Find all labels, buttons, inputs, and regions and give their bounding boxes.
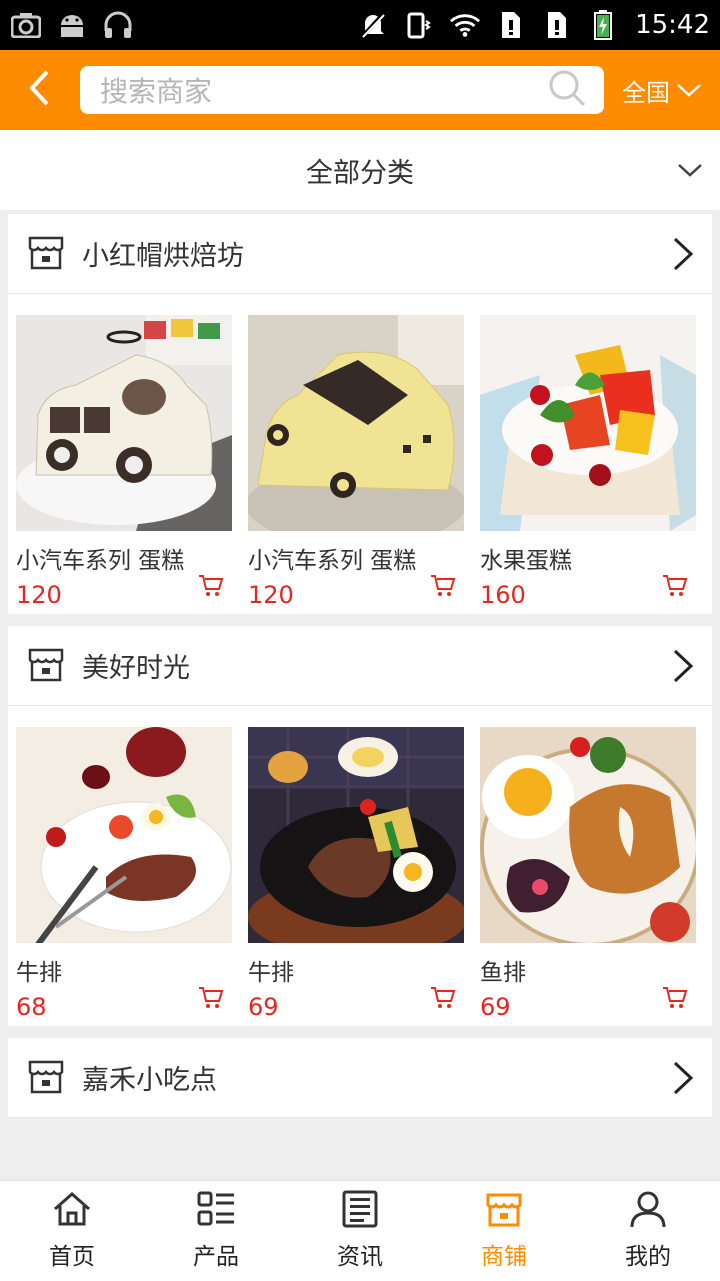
nav-home[interactable]: 首页 xyxy=(0,1181,144,1281)
nav-profile[interactable]: 我的 xyxy=(576,1181,720,1281)
cart-icon[interactable] xyxy=(198,573,224,601)
product-card[interactable]: 牛排 68 xyxy=(16,727,232,1026)
region-selector[interactable]: 全国 xyxy=(604,73,720,108)
nav-label: 资讯 xyxy=(337,1244,383,1270)
nav-label: 我的 xyxy=(625,1244,671,1270)
category-filter[interactable]: 全部分类 xyxy=(0,130,720,210)
shop-header[interactable]: 美好时光 xyxy=(8,626,712,706)
shop-icon xyxy=(26,232,66,276)
region-label: 全国 xyxy=(622,78,670,107)
chevron-left-icon xyxy=(27,69,53,111)
shop-icon xyxy=(484,1189,524,1233)
cart-icon[interactable] xyxy=(662,573,688,601)
product-image[interactable] xyxy=(16,727,232,943)
product-row: 小汽车系列 蛋糕 120 小汽车系列 蛋糕 120 水果蛋糕 160 xyxy=(8,294,712,614)
news-icon xyxy=(340,1189,380,1233)
battery-charging-icon xyxy=(587,9,619,41)
sim2-icon xyxy=(541,9,573,41)
cart-icon[interactable] xyxy=(662,985,688,1013)
product-card[interactable]: 鱼排 69 xyxy=(480,727,696,1026)
headphones-icon xyxy=(102,9,134,41)
vibrate-icon xyxy=(403,9,435,41)
category-filter-label: 全部分类 xyxy=(306,157,414,189)
shop-name: 小红帽烘焙坊 xyxy=(82,241,244,272)
product-name: 牛排 xyxy=(16,960,62,986)
nav-label: 产品 xyxy=(193,1244,239,1270)
nav-products[interactable]: 产品 xyxy=(144,1181,288,1281)
product-card[interactable]: 水果蛋糕 160 xyxy=(480,315,696,614)
user-icon xyxy=(628,1189,668,1233)
cart-icon[interactable] xyxy=(430,985,456,1013)
product-name: 鱼排 xyxy=(480,960,526,986)
chevron-right-icon[interactable] xyxy=(672,648,694,688)
search-input[interactable]: 搜索商家 xyxy=(80,66,604,114)
mute-icon xyxy=(357,9,389,41)
shop-name: 嘉禾小吃点 xyxy=(82,1065,217,1096)
shop-card: 嘉禾小吃点 xyxy=(8,1038,712,1118)
chevron-down-icon xyxy=(676,76,702,104)
chevron-right-icon[interactable] xyxy=(672,236,694,276)
product-card[interactable]: 小汽车系列 蛋糕 120 xyxy=(16,315,232,614)
shop-list: 小红帽烘焙坊 小汽车系列 蛋糕 120 小汽车系列 蛋糕 120 水果蛋糕 16… xyxy=(8,214,712,1130)
chevron-right-icon[interactable] xyxy=(672,1060,694,1100)
product-card[interactable]: 小汽车系列 蛋糕 120 xyxy=(248,315,464,614)
header-bar: 搜索商家 全国 xyxy=(0,50,720,130)
search-placeholder: 搜索商家 xyxy=(100,75,213,108)
grid-list-icon xyxy=(196,1189,236,1233)
cart-icon[interactable] xyxy=(430,573,456,601)
shop-header[interactable]: 嘉禾小吃点 xyxy=(8,1038,712,1118)
chevron-down-icon xyxy=(676,152,704,192)
product-name: 小汽车系列 蛋糕 xyxy=(248,548,417,574)
shop-card: 小红帽烘焙坊 小汽车系列 蛋糕 120 小汽车系列 蛋糕 120 水果蛋糕 16… xyxy=(8,214,712,614)
product-image[interactable] xyxy=(16,315,232,531)
nav-shops[interactable]: 商铺 xyxy=(432,1181,576,1281)
wifi-icon xyxy=(449,9,481,41)
shop-header[interactable]: 小红帽烘焙坊 xyxy=(8,214,712,294)
product-name: 水果蛋糕 xyxy=(480,548,572,574)
product-image[interactable] xyxy=(480,315,696,531)
clock: 15:42 xyxy=(635,10,710,40)
shop-icon xyxy=(26,1056,66,1100)
screenshot-icon xyxy=(10,9,42,41)
nav-label: 商铺 xyxy=(481,1244,527,1270)
product-image[interactable] xyxy=(248,315,464,531)
home-icon xyxy=(52,1189,92,1233)
product-row: 牛排 68 牛排 69 鱼排 69 xyxy=(8,706,712,1026)
product-name: 牛排 xyxy=(248,960,294,986)
back-button[interactable] xyxy=(0,50,80,130)
nav-news[interactable]: 资讯 xyxy=(288,1181,432,1281)
nav-label: 首页 xyxy=(49,1244,95,1270)
product-card[interactable]: 牛排 69 xyxy=(248,727,464,1026)
status-bar: 15:42 xyxy=(0,0,720,50)
shop-card: 美好时光 牛排 68 牛排 69 鱼排 69 xyxy=(8,626,712,1026)
product-image[interactable] xyxy=(248,727,464,943)
search-icon[interactable] xyxy=(548,69,586,111)
shop-name: 美好时光 xyxy=(82,653,190,684)
cart-icon[interactable] xyxy=(198,985,224,1013)
shop-icon xyxy=(26,644,66,688)
sim1-icon xyxy=(495,9,527,41)
bottom-navigation: 首页 产品 资讯 商铺 我的 xyxy=(0,1180,720,1281)
android-icon xyxy=(56,9,88,41)
product-name: 小汽车系列 蛋糕 xyxy=(16,548,185,574)
product-image[interactable] xyxy=(480,727,696,943)
